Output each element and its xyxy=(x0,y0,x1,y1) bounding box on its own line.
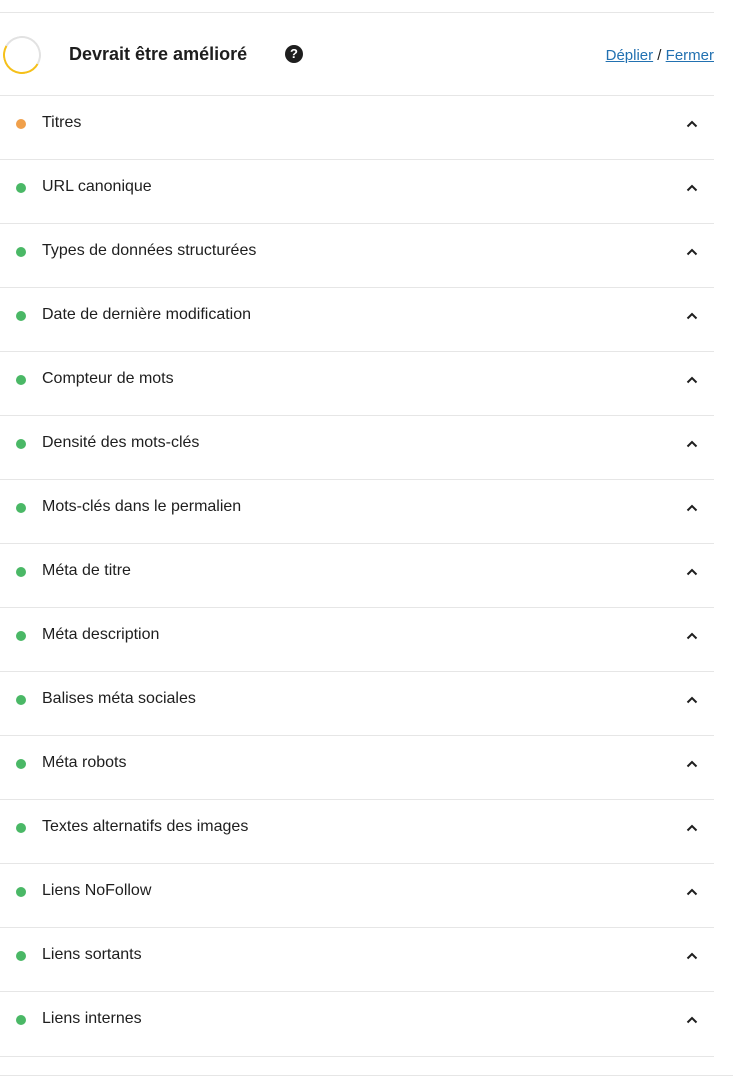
status-good-dot xyxy=(16,1015,26,1025)
status-good-dot xyxy=(16,631,26,641)
analysis-item-label: Méta de titre xyxy=(42,562,131,579)
status-title: Devrait être amélioré xyxy=(69,44,248,64)
analysis-item[interactable]: Date de dernière modification xyxy=(0,288,714,352)
analysis-item[interactable]: Compteur de mots xyxy=(0,352,714,416)
status-good-dot xyxy=(16,439,26,449)
chevron-up-icon[interactable] xyxy=(686,888,698,896)
status-good-dot xyxy=(16,887,26,897)
status-good-dot xyxy=(16,247,26,257)
chevron-up-icon[interactable] xyxy=(686,504,698,512)
chevron-up-icon[interactable] xyxy=(686,248,698,256)
analysis-item[interactable]: Méta robots xyxy=(0,736,714,800)
expand-collapse-links: Déplier / Fermer xyxy=(606,46,714,66)
analysis-item-label: Méta robots xyxy=(42,754,127,771)
analysis-item[interactable]: Textes alternatifs des images xyxy=(0,800,714,864)
chevron-up-icon[interactable] xyxy=(686,696,698,704)
analysis-item[interactable]: Liens internes xyxy=(0,992,714,1057)
status-good-dot xyxy=(16,311,26,321)
analysis-item[interactable]: Densité des mots-clés xyxy=(0,416,714,480)
help-icon[interactable]: ? xyxy=(285,45,303,63)
chevron-up-icon[interactable] xyxy=(686,1016,698,1024)
analysis-item[interactable]: Liens NoFollow xyxy=(0,864,714,928)
chevron-up-icon[interactable] xyxy=(686,760,698,768)
analysis-item[interactable]: Méta de titre xyxy=(0,544,714,608)
analysis-item-label: Compteur de mots xyxy=(42,370,174,387)
analysis-item-label: Textes alternatifs des images xyxy=(42,818,249,835)
analysis-item[interactable]: Titres xyxy=(0,96,714,160)
analysis-item-label: Balises méta sociales xyxy=(42,690,196,707)
chevron-up-icon[interactable] xyxy=(686,824,698,832)
status-good-dot xyxy=(16,503,26,513)
analysis-items-list: Titres URL canonique Types de données stru… xyxy=(0,96,714,1057)
chevron-up-icon[interactable] xyxy=(686,312,698,320)
analysis-item[interactable]: URL canonique xyxy=(0,160,714,224)
score-ring-icon xyxy=(0,31,46,79)
chevron-up-icon[interactable] xyxy=(686,568,698,576)
status-good-dot xyxy=(16,951,26,961)
status-warning-dot xyxy=(16,119,26,129)
divider xyxy=(0,1075,733,1076)
analysis-item-label: Méta description xyxy=(42,626,160,643)
analysis-item-label: Densité des mots-clés xyxy=(42,434,200,451)
collapse-all-link[interactable]: Fermer xyxy=(666,47,714,64)
seo-analysis-panel: Devrait être amélioré ? Déplier / Fermer… xyxy=(0,0,733,1080)
analysis-item-label: Liens internes xyxy=(42,1010,142,1027)
expand-all-link[interactable]: Déplier xyxy=(606,47,654,64)
analysis-item[interactable]: Liens sortants xyxy=(0,928,714,992)
analysis-item-label: URL canonique xyxy=(42,178,152,195)
analysis-item-label: Types de données structurées xyxy=(42,242,257,259)
analysis-header: Devrait être amélioré ? Déplier / Fermer xyxy=(0,13,714,96)
analysis-item-label: Liens sortants xyxy=(42,946,142,963)
analysis-item-label: Liens NoFollow xyxy=(42,882,152,899)
chevron-up-icon[interactable] xyxy=(686,952,698,960)
status-good-dot xyxy=(16,183,26,193)
analysis-item-label: Mots-clés dans le permalien xyxy=(42,498,242,515)
chevron-up-icon[interactable] xyxy=(686,632,698,640)
status-good-dot xyxy=(16,695,26,705)
status-good-dot xyxy=(16,375,26,385)
analysis-item[interactable]: Méta description xyxy=(0,608,714,672)
analysis-item[interactable]: Balises méta sociales xyxy=(0,672,714,736)
link-separator: / xyxy=(653,47,666,64)
chevron-up-icon[interactable] xyxy=(686,440,698,448)
analysis-item-label: Date de dernière modification xyxy=(42,306,252,323)
status-good-dot xyxy=(16,567,26,577)
analysis-item[interactable]: Types de données structurées xyxy=(0,224,714,288)
chevron-up-icon[interactable] xyxy=(686,376,698,384)
analysis-item[interactable]: Mots-clés dans le permalien xyxy=(0,480,714,544)
analysis-item-label: Titres xyxy=(42,114,82,131)
chevron-up-icon[interactable] xyxy=(686,184,698,192)
status-good-dot xyxy=(16,759,26,769)
status-good-dot xyxy=(16,823,26,833)
chevron-up-icon[interactable] xyxy=(686,120,698,128)
